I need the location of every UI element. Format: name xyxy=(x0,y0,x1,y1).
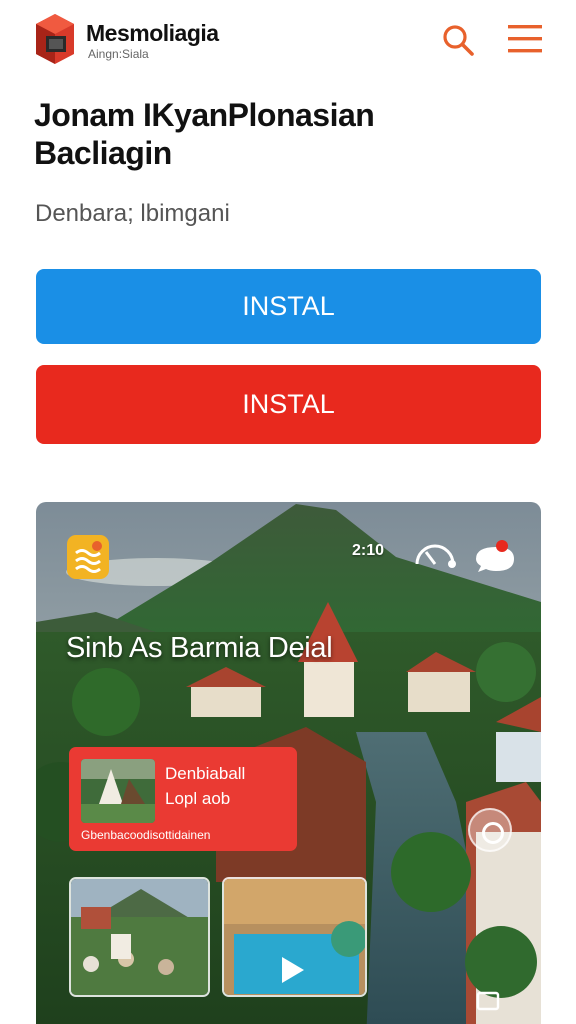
page-title: Jonam IKyanPlonasian Bacliagin xyxy=(34,96,534,172)
gauge-icon[interactable] xyxy=(412,536,458,570)
install-button-blue[interactable]: INSTAL xyxy=(36,269,541,344)
page-title-line-2: Bacliagin xyxy=(34,135,172,171)
promo-thumbnail xyxy=(81,759,155,823)
search-icon[interactable] xyxy=(440,22,476,58)
promo-card[interactable]: Denbiaball Lopl aob Gbenbacoodisottidain… xyxy=(69,747,297,851)
chat-bubble-icon[interactable] xyxy=(472,539,516,573)
wave-icon xyxy=(75,541,102,573)
play-icon[interactable] xyxy=(280,955,306,985)
app-logo-icon xyxy=(36,14,74,64)
card-title: Sinb As Barmia Deial xyxy=(66,632,333,664)
promo-title: Denbiaball xyxy=(165,764,246,783)
card-counter: 2:10 xyxy=(352,542,385,559)
brand-subtitle: Aingn:Siala xyxy=(88,47,149,61)
app-badge-icon[interactable] xyxy=(67,535,109,579)
page-title-line-1: Jonam IKyanPlonasian xyxy=(34,97,375,133)
page-subtitle: Denbara; lbimgani xyxy=(35,200,230,227)
app-header: Mesmoliagia Aingn:Siala xyxy=(0,0,576,80)
gallery-thumbnail-video[interactable] xyxy=(222,877,367,997)
promo-subtitle: Lopl aob xyxy=(165,789,231,808)
install-button-red[interactable]: INSTAL xyxy=(36,365,541,444)
brand-name: Mesmoliagia xyxy=(86,20,219,46)
gallery-thumbnail-1[interactable] xyxy=(69,877,210,997)
feature-card[interactable]: 2:10 Sinb As Barmia Deial Denbiaball Lop… xyxy=(36,502,541,1024)
promo-caption: Gbenbacoodisottidainen xyxy=(81,828,211,842)
hamburger-menu-icon[interactable] xyxy=(506,22,544,56)
camera-button[interactable] xyxy=(468,808,512,852)
expand-icon[interactable] xyxy=(474,989,502,1013)
